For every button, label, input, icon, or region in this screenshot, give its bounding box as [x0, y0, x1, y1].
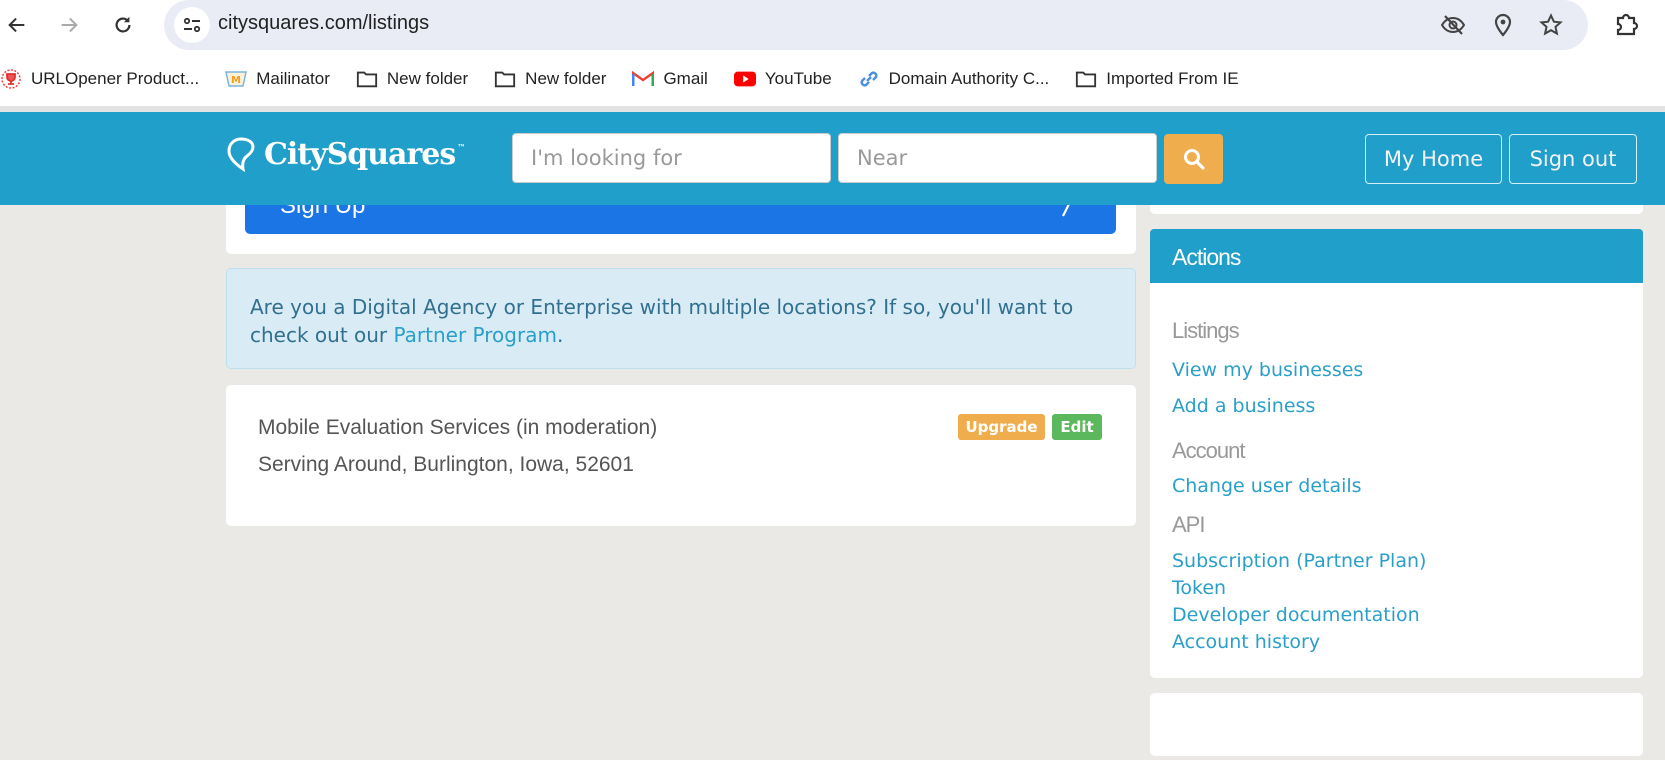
bookmarks-bar: URLOpener Product... M Mailinator New fo… — [0, 62, 1265, 96]
section-title-account: Account — [1172, 438, 1245, 463]
folder-icon — [356, 68, 378, 90]
info-end: . — [556, 323, 564, 347]
link-developer-documentation[interactable]: Developer documentation — [1172, 604, 1420, 626]
arrow-right-icon — [61, 17, 78, 33]
section-title-api: API — [1172, 512, 1205, 537]
link-icon — [858, 68, 880, 90]
bookmark-imported-from-ie[interactable]: Imported From IE — [1075, 68, 1239, 90]
info-text: Are you a Digital Agency or Enterprise w… — [250, 295, 1074, 347]
folder-icon — [494, 68, 516, 90]
site-header: CitySquares ™ I'm looking for Near My Ho… — [0, 112, 1665, 205]
reload-button[interactable] — [108, 10, 138, 40]
what-placeholder: I'm looking for — [531, 146, 682, 170]
reload-icon — [115, 16, 131, 33]
bookmark-label: URLOpener Product... — [31, 69, 200, 88]
sidebar-bottom-card — [1150, 693, 1643, 756]
browser-chrome: citysquares.com/listings URLOpener Produ… — [0, 0, 1665, 112]
mailinator-icon: M — [225, 68, 248, 90]
extensions-puzzle-icon[interactable] — [1612, 10, 1642, 40]
bookmark-star-icon[interactable] — [1538, 12, 1564, 38]
bookmark-gmail[interactable]: Gmail — [632, 68, 708, 90]
logo-text: CitySquares — [264, 136, 456, 172]
bookmark-label: Domain Authority C... — [888, 69, 1050, 88]
gmail-icon — [632, 68, 655, 90]
logo-trademark: ™ — [457, 142, 465, 152]
search-button[interactable] — [1164, 134, 1223, 184]
address-bar[interactable]: citysquares.com/listings — [164, 0, 1588, 50]
bookmark-domain-authority[interactable]: Domain Authority C... — [858, 68, 1050, 90]
bookmark-youtube[interactable]: YouTube — [733, 68, 832, 90]
folder-icon — [1075, 68, 1097, 90]
youtube-icon — [733, 68, 756, 90]
citysquares-logo[interactable]: CitySquares ™ — [226, 136, 465, 172]
listing-address: Serving Around, Burlington, Iowa, 52601 — [258, 453, 634, 476]
back-button[interactable] — [2, 10, 32, 40]
what-search-input[interactable]: I'm looking for — [512, 133, 831, 183]
link-subscription[interactable]: Subscription (Partner Plan) — [1172, 550, 1426, 572]
listing-name[interactable]: Mobile Evaluation Services (in moderatio… — [258, 416, 657, 440]
search-icon — [1183, 149, 1205, 170]
link-account-history[interactable]: Account history — [1172, 631, 1320, 653]
bookmark-label: YouTube — [764, 69, 832, 88]
section-title-listings: Listings — [1172, 318, 1240, 343]
link-view-my-businesses[interactable]: View my businesses — [1172, 359, 1363, 381]
tune-icon — [183, 17, 201, 33]
logo-pin-icon — [227, 137, 255, 172]
trophy-icon — [0, 68, 22, 90]
near-placeholder: Near — [857, 146, 908, 170]
edit-button[interactable]: Edit — [1052, 414, 1102, 440]
site-info-button[interactable] — [174, 7, 210, 43]
link-token[interactable]: Token — [1172, 577, 1226, 599]
location-pin-icon[interactable] — [1490, 12, 1516, 38]
partner-program-link[interactable]: Partner Program — [394, 323, 557, 347]
near-search-input[interactable]: Near — [838, 133, 1157, 183]
bookmark-new-folder-2[interactable]: New folder — [494, 68, 606, 90]
bookmark-label: Mailinator — [256, 69, 330, 88]
url-text[interactable]: citysquares.com/listings — [218, 12, 429, 35]
sign-out-button[interactable]: Sign out — [1509, 134, 1637, 184]
bookmark-label: Gmail — [663, 69, 708, 88]
bookmark-label: New folder — [525, 69, 607, 88]
bookmark-label: Imported From IE — [1106, 69, 1239, 88]
bookmark-label: New folder — [386, 69, 469, 88]
bookmark-urlopener[interactable]: URLOpener Product... — [0, 68, 199, 90]
link-change-user-details[interactable]: Change user details — [1172, 475, 1362, 497]
upgrade-button[interactable]: Upgrade — [958, 414, 1045, 440]
bookmark-mailinator[interactable]: M Mailinator — [225, 68, 330, 90]
link-add-a-business[interactable]: Add a business — [1172, 395, 1315, 417]
arrow-left-icon — [8, 17, 25, 33]
partner-info-alert: Are you a Digital Agency or Enterprise w… — [226, 268, 1136, 369]
eye-off-icon[interactable] — [1440, 12, 1466, 38]
actions-panel-title: Actions — [1150, 229, 1643, 283]
svg-text:M: M — [231, 75, 241, 86]
bookmark-new-folder-1[interactable]: New folder — [356, 68, 468, 90]
my-home-button[interactable]: My Home — [1365, 134, 1502, 184]
forward-button[interactable] — [54, 10, 84, 40]
